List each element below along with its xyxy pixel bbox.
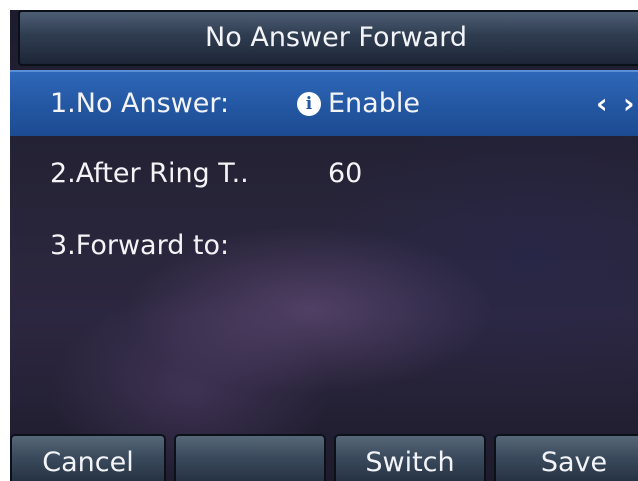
cancel-button[interactable]: Cancel [10, 434, 166, 481]
menu-row-after-ring-time[interactable]: 2.After Ring T.. 60 [10, 142, 638, 208]
row-value-no-answer[interactable]: Enable [328, 72, 420, 138]
save-button[interactable]: Save [494, 434, 638, 481]
row-label-no-answer: 1.No Answer: [50, 88, 230, 119]
menu-row-forward-to[interactable]: 3.Forward to: [10, 214, 638, 280]
page-title: No Answer Forward [205, 22, 467, 53]
menu-row-no-answer[interactable]: 1.No Answer: i Enable ‹ › [10, 70, 638, 136]
info-icon: i [297, 92, 321, 116]
row-value-after-ring-time[interactable]: 60 [328, 142, 362, 208]
row-label-after-ring-time: 2.After Ring T.. [50, 158, 249, 189]
chevron-left-icon[interactable]: ‹ [596, 90, 608, 118]
switch-button[interactable]: Switch [334, 434, 486, 481]
empty-softkey[interactable] [174, 434, 326, 481]
phone-screen: No Answer Forward 1.No Answer: i Enable … [10, 10, 638, 481]
row-label-forward-to: 3.Forward to: [50, 230, 230, 261]
chevron-right-icon[interactable]: › [623, 90, 635, 118]
